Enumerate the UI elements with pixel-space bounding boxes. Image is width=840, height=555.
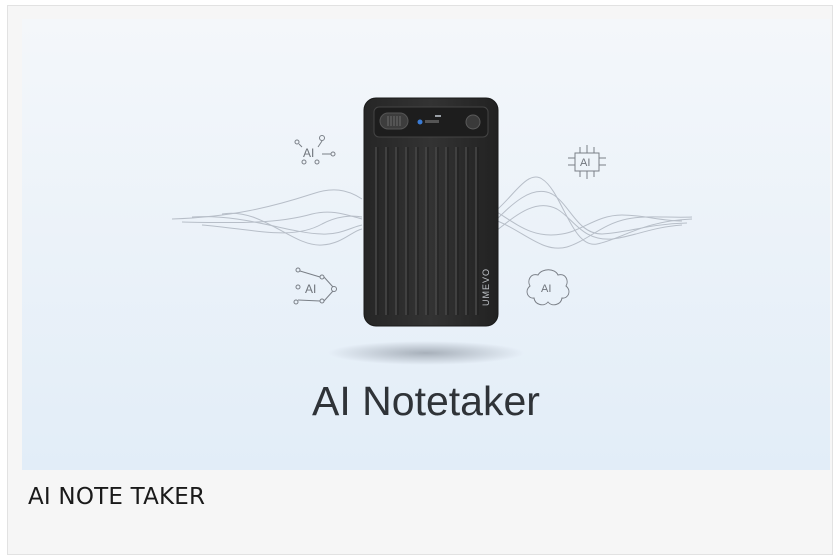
ai-chat-icon-label: AI	[303, 146, 314, 160]
ai-network-icon-label: AI	[305, 282, 316, 296]
hero-title: AI Notetaker	[312, 378, 540, 424]
product-title-link[interactable]: AI NOTE TAKER	[28, 484, 205, 510]
product-card[interactable]: AI AI AI AI UMEVO AI Notetaker AI NOTE T…	[7, 5, 833, 555]
product-image[interactable]: AI AI AI AI UMEVO AI Notetaker	[22, 19, 830, 470]
record-switch	[379, 112, 409, 130]
ai-brain-icon-label: AI	[541, 283, 551, 295]
status-indicator	[435, 115, 441, 117]
device-shadow	[328, 341, 524, 365]
brand-logo-text: UMEVO	[481, 268, 491, 306]
record-led-icon	[417, 119, 423, 125]
ai-circuit-icon-label: AI	[580, 157, 590, 169]
ai-notetaker-device: UMEVO	[363, 97, 499, 327]
power-button-icon	[465, 114, 481, 130]
